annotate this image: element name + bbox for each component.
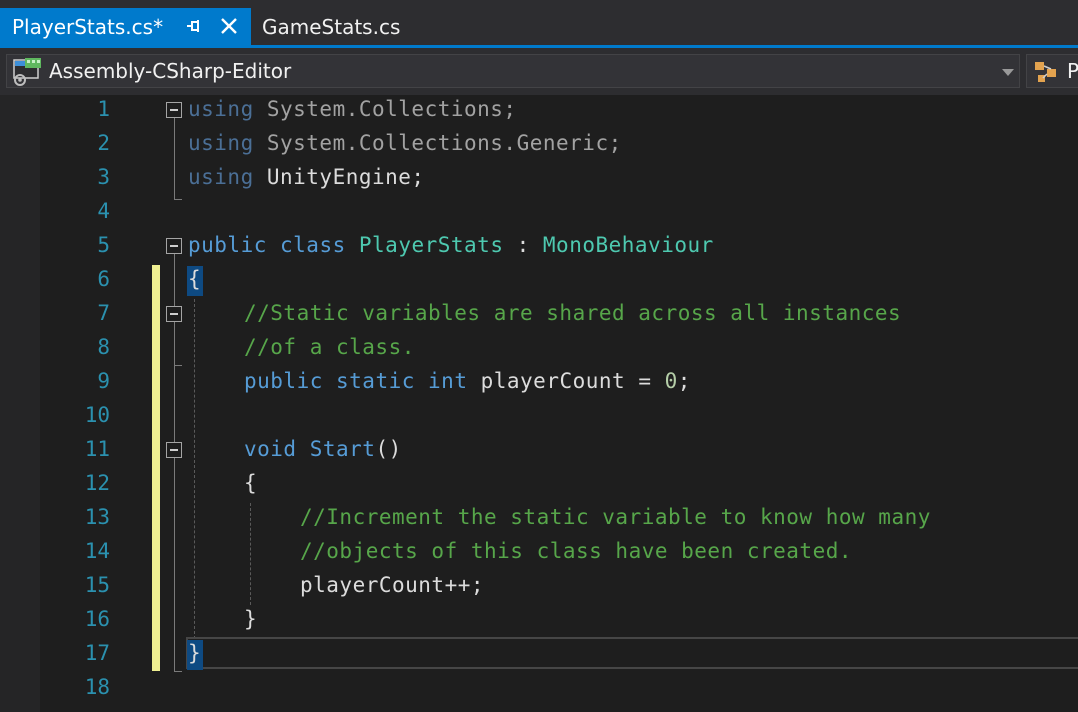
fold-line bbox=[174, 118, 175, 200]
code-token: 0 bbox=[664, 369, 678, 393]
code-token: playerCount = bbox=[467, 369, 665, 393]
code-line[interactable]: //objects of this class have been create… bbox=[300, 534, 852, 568]
line-number: 12 bbox=[84, 471, 110, 495]
code-line[interactable]: } bbox=[244, 602, 257, 636]
fold-tick bbox=[174, 365, 182, 366]
project-dropdown[interactable]: Assembly-CSharp-Editor bbox=[6, 54, 1020, 88]
line-number: 16 bbox=[84, 607, 110, 631]
indicator-margin bbox=[0, 95, 40, 712]
fold-toggle-using[interactable] bbox=[166, 102, 182, 118]
code-token: MonoBehaviour bbox=[542, 233, 714, 257]
member-dropdown[interactable]: P bbox=[1026, 54, 1078, 88]
line-number: 17 bbox=[84, 641, 110, 665]
line-number: 14 bbox=[84, 539, 110, 563]
code-line[interactable]: { bbox=[188, 262, 201, 296]
close-icon[interactable] bbox=[217, 14, 241, 38]
code-line[interactable]: //Static variables are shared across all… bbox=[244, 296, 901, 330]
code-token: { bbox=[244, 471, 258, 495]
class-member-icon bbox=[1035, 62, 1056, 82]
fold-tick bbox=[174, 199, 182, 200]
code-line[interactable]: playerCount++; bbox=[300, 568, 484, 602]
line-number: 9 bbox=[97, 369, 110, 393]
code-token: UnityEngine; bbox=[253, 165, 425, 189]
code-line[interactable]: //of a class. bbox=[244, 330, 415, 364]
code-line[interactable]: void Start() bbox=[244, 432, 402, 466]
chevron-down-icon[interactable] bbox=[1002, 69, 1014, 76]
indent-guide bbox=[250, 503, 251, 605]
code-token: class bbox=[280, 233, 346, 257]
code-token: () bbox=[375, 437, 402, 461]
line-number: 13 bbox=[84, 505, 110, 529]
code-line[interactable]: } bbox=[188, 636, 201, 670]
line-number: 2 bbox=[97, 131, 110, 155]
line-number: 6 bbox=[97, 267, 110, 291]
project-name: Assembly-CSharp-Editor bbox=[49, 59, 292, 83]
current-line-highlight bbox=[186, 637, 1078, 669]
tab-label: GameStats.cs bbox=[262, 14, 401, 39]
line-number: 1 bbox=[97, 97, 110, 121]
code-token: //Increment the static variable to know … bbox=[300, 505, 931, 529]
fold-tick bbox=[174, 671, 182, 672]
code-token: } bbox=[188, 641, 202, 665]
line-number: 8 bbox=[97, 335, 110, 359]
code-line[interactable]: public class PlayerStats : MonoBehaviour bbox=[188, 228, 714, 262]
member-name: P bbox=[1067, 59, 1078, 83]
line-number: 18 bbox=[84, 675, 110, 699]
tab-label: PlayerStats.cs* bbox=[12, 14, 164, 39]
line-number: 10 bbox=[84, 403, 110, 427]
code-token: static bbox=[336, 369, 415, 393]
csharp-project-icon bbox=[13, 58, 41, 86]
code-editor[interactable]: 1 2 3 4 5 6 7 8 9 10 11 12 13 14 15 16 17 18 using System… bbox=[0, 95, 1078, 712]
code-token: using bbox=[188, 131, 254, 155]
fold-toggle-comment[interactable] bbox=[166, 306, 182, 322]
code-token: Start bbox=[309, 437, 376, 461]
change-marker bbox=[152, 265, 160, 671]
code-token: public bbox=[188, 233, 267, 257]
code-token: System.Collections; bbox=[253, 97, 517, 121]
code-token: public bbox=[244, 369, 323, 393]
line-number: 5 bbox=[97, 233, 110, 257]
fold-toggle-class[interactable] bbox=[166, 238, 182, 254]
tab-playerstats[interactable]: PlayerStats.cs* bbox=[0, 8, 251, 45]
code-line[interactable]: public static int playerCount = 0; bbox=[244, 364, 691, 398]
code-line[interactable]: using UnityEngine; bbox=[188, 160, 425, 194]
line-number: 7 bbox=[97, 301, 110, 325]
code-token: using bbox=[188, 165, 254, 189]
code-line[interactable]: using System.Collections; bbox=[188, 92, 517, 126]
code-line[interactable]: using System.Collections.Generic; bbox=[188, 126, 622, 160]
code-token: { bbox=[188, 267, 202, 291]
code-line[interactable]: //Increment the static variable to know … bbox=[300, 500, 931, 534]
code-token: } bbox=[244, 607, 258, 631]
code-token: System.Collections.Generic; bbox=[253, 131, 622, 155]
code-token: int bbox=[428, 369, 468, 393]
code-token: PlayerStats bbox=[358, 233, 504, 257]
tab-gamestats[interactable]: GameStats.cs bbox=[251, 8, 421, 45]
code-line[interactable]: { bbox=[244, 466, 257, 500]
document-tab-strip: PlayerStats.cs* GameStats.cs bbox=[0, 0, 1078, 48]
line-number: 3 bbox=[97, 165, 110, 189]
code-token: ; bbox=[677, 369, 691, 393]
code-token: //Static variables are shared across all… bbox=[244, 301, 902, 325]
code-token: using bbox=[188, 97, 254, 121]
code-token: : bbox=[503, 233, 543, 257]
line-number: 15 bbox=[84, 573, 110, 597]
code-token: //of a class. bbox=[244, 335, 415, 359]
line-number: 4 bbox=[97, 199, 110, 223]
navigation-bar: Assembly-CSharp-Editor P bbox=[0, 48, 1078, 95]
code-token: //objects of this class have been create… bbox=[300, 539, 853, 563]
pin-icon[interactable] bbox=[184, 16, 204, 36]
code-token: void bbox=[244, 437, 297, 461]
fold-toggle-start[interactable] bbox=[166, 442, 182, 458]
line-number: 11 bbox=[84, 437, 110, 461]
indent-guide bbox=[194, 299, 195, 639]
code-token: playerCount++; bbox=[300, 573, 485, 597]
